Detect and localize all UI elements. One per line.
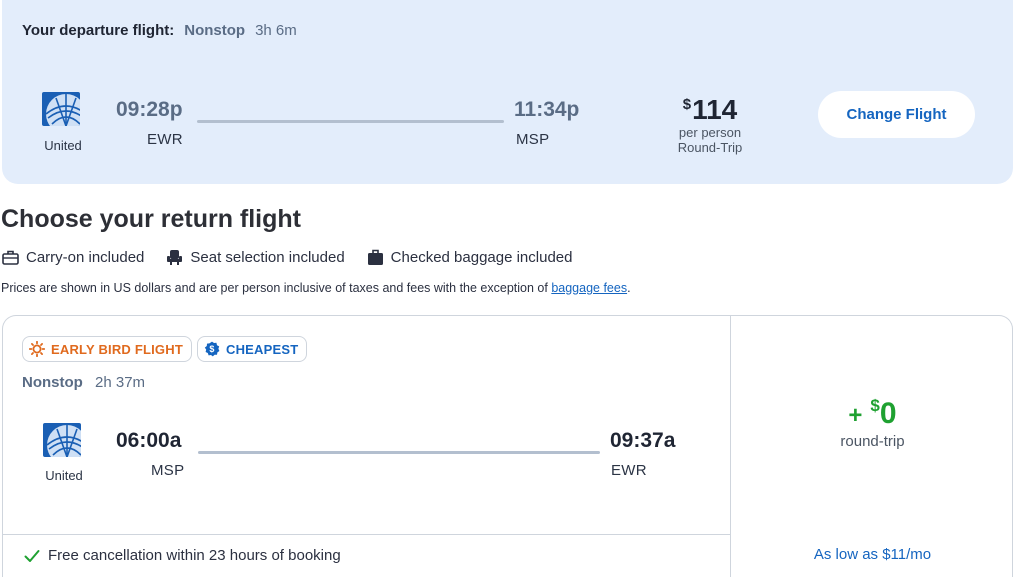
departure-per-person: per person (678, 125, 742, 140)
departure-duration: 3h 6m (255, 22, 297, 39)
amenity-carry-on: Carry-on included (2, 249, 144, 266)
departure-arrive-code: MSP (516, 131, 550, 148)
return-depart-code: MSP (151, 462, 185, 479)
return-stops-row: Nonstop 2h 37m (22, 374, 145, 391)
departure-route-line (197, 120, 504, 123)
cheapest-label: CHEAPEST (226, 341, 299, 357)
departure-label: Your departure flight: (22, 22, 175, 39)
departure-flight-card: Your departure flight: Nonstop 3h 6m Uni… (2, 0, 1013, 184)
departure-stops: Nonstop (184, 22, 246, 39)
sun-icon (29, 341, 45, 357)
free-cancellation-text: Free cancellation within 23 hours of boo… (48, 547, 341, 564)
return-arrive-code: EWR (611, 462, 647, 479)
departure-depart-time: 09:28p (116, 98, 183, 121)
amenities-row: Carry-on included Seat selection include… (2, 249, 594, 266)
early-bird-badge: EARLY BIRD FLIGHT (22, 336, 192, 362)
svg-text:$: $ (209, 344, 214, 354)
amenity-checked-bag: Checked baggage included (367, 249, 573, 266)
cheapest-badge: $ CHEAPEST (197, 336, 308, 362)
departure-price-block: $114 per person Round-Trip (662, 90, 758, 156)
checkmark-icon (24, 549, 40, 562)
amenity-seat-label: Seat selection included (190, 249, 345, 266)
baggage-fees-link[interactable]: baggage fees (551, 281, 627, 295)
return-price-sub: round-trip (840, 433, 905, 450)
free-cancellation: Free cancellation within 23 hours of boo… (24, 547, 341, 564)
return-depart-time: 06:00a (116, 429, 182, 452)
return-arrive-time: 09:37a (610, 429, 676, 452)
return-airline-name: United (45, 468, 83, 483)
amenity-checked-bag-label: Checked baggage included (390, 249, 573, 266)
return-route-line (198, 451, 600, 454)
departure-trip-type: Round-Trip (677, 140, 743, 155)
departure-depart-code: EWR (147, 131, 183, 148)
carry-on-bag-icon (2, 250, 19, 265)
return-price-block: + $0 round-trip (731, 396, 1012, 450)
change-flight-button[interactable]: Change Flight (818, 91, 975, 138)
united-logo-icon (42, 92, 80, 126)
united-logo-icon (43, 423, 81, 457)
early-bird-label: EARLY BIRD FLIGHT (51, 341, 183, 357)
dollar-badge-icon: $ (204, 341, 220, 357)
return-flight-card[interactable]: EARLY BIRD FLIGHT $ CHEAPEST Nonstop 2h … (2, 315, 1013, 577)
return-price: + $0 (848, 396, 897, 430)
amenity-carry-on-label: Carry-on included (26, 249, 145, 266)
checked-bag-icon (367, 249, 383, 265)
as-low-as-link[interactable]: As low as $11/mo (731, 546, 1012, 563)
departure-header: Your departure flight: Nonstop 3h 6m (22, 22, 297, 39)
departure-airline-name: United (44, 138, 82, 153)
return-section-title: Choose your return flight (1, 205, 301, 233)
departure-arrive-time: 11:34p (514, 98, 580, 121)
amenity-seat: Seat selection included (166, 249, 345, 266)
card-divider-horizontal (3, 534, 730, 535)
return-stops: Nonstop (22, 374, 83, 391)
price-disclaimer: Prices are shown in US dollars and are p… (1, 281, 631, 295)
departure-price: $114 (682, 94, 738, 125)
return-duration: 2h 37m (95, 374, 146, 391)
seat-icon (167, 250, 183, 265)
